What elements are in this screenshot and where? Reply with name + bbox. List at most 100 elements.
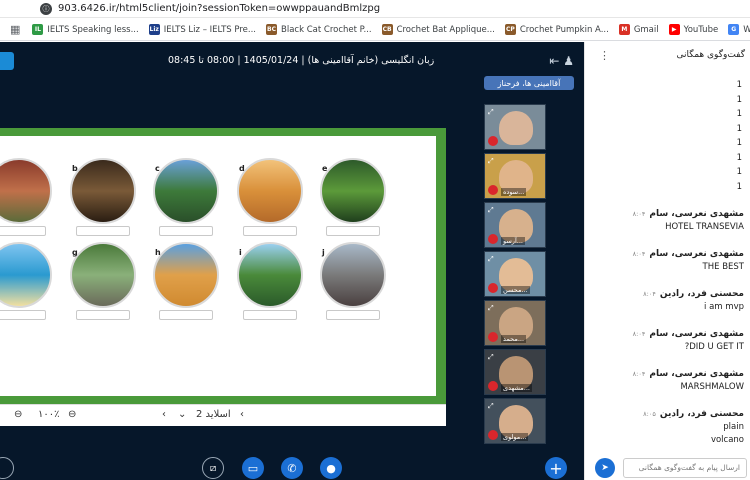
microphone-icon[interactable]: ● <box>320 457 342 479</box>
participant-video-tile[interactable]: ⤢ مشهدی... <box>484 349 546 395</box>
previous-slide-icon[interactable]: ‹ <box>162 409 166 420</box>
bookmark-label: Gmail <box>633 24 659 35</box>
fit-width-icon[interactable]: ⊖ <box>14 409 22 420</box>
bookmark-item[interactable]: BC Black Cat Crochet P... <box>266 24 372 35</box>
chat-message-text: plain <box>723 422 744 432</box>
chat-message: ۸:۰۴ مشهدی نعرسی، سام THE BEST <box>594 246 744 272</box>
bookmark-item[interactable]: GWhat activities can... <box>728 24 750 35</box>
users-list-icon[interactable]: ⇤ ♟ <box>549 54 574 68</box>
bookmark-item[interactable]: CP Crochet Pumpkin A... <box>504 24 609 35</box>
bookmark-favicon-icon: M <box>618 24 630 35</box>
slide-photo <box>0 242 52 308</box>
leave-audio-icon[interactable]: ✆ <box>281 457 303 479</box>
slide-photo-label: c <box>155 164 160 173</box>
bookmark-favicon-icon: CP <box>504 24 516 35</box>
chat-message-author: مشهدی نعرسی، سام <box>649 249 744 259</box>
bookmark-favicon-icon: CB <box>381 24 393 35</box>
participant-video-tile[interactable]: ⤢ سوده... <box>484 153 546 199</box>
participant-name: سوده... <box>501 188 527 196</box>
stats-toggle-icon[interactable] <box>0 52 14 70</box>
chat-message-author: محسنی فرد، رادین <box>659 289 744 299</box>
chat-message-time: ۸:۰۴ <box>632 330 646 338</box>
participant-name: مولوی... <box>501 433 529 441</box>
url-text[interactable]: 903.6426.ir/html5client/join?sessionToke… <box>58 3 380 14</box>
share-screen-icon[interactable]: ⧄ <box>202 457 224 479</box>
chat-message-text: HOTEL TRANSEVIA <box>665 222 744 232</box>
chat-message-time: ۸:۰۴ <box>632 370 646 378</box>
chat-options-icon[interactable]: ⋮ <box>599 49 610 62</box>
bookmark-favicon-icon: IL <box>32 24 44 35</box>
bookmark-item[interactable]: IL IELTS Speaking less... <box>32 24 139 35</box>
apps-grid-icon[interactable]: ▦ <box>10 23 20 36</box>
answer-box <box>159 310 213 320</box>
actions-icon[interactable] <box>0 457 14 479</box>
participant-name: محسن... <box>501 286 530 294</box>
zoom-out-icon[interactable]: ⊖ <box>68 409 76 420</box>
chat-message-text: 1 <box>736 109 742 119</box>
bookmark-item[interactable]: M Gmail <box>618 24 659 35</box>
meeting-title: زبان انگلیسی (خانم آقاامینی ها) | 1405/0… <box>168 55 435 66</box>
bookmark-label: What activities can... <box>743 25 750 35</box>
slide-photo <box>70 242 136 308</box>
bookmark-item[interactable]: Liz IELTS Liz – IELTS Pre... <box>148 24 256 35</box>
muted-mic-icon <box>488 136 498 146</box>
answer-box <box>326 310 380 320</box>
chat-message-text: 1 <box>736 167 742 177</box>
chat-header: ⋮ گفت‌وگوی همگانی <box>585 42 750 70</box>
next-slide-icon[interactable]: ‹ <box>240 409 244 420</box>
muted-mic-icon <box>488 234 498 244</box>
answer-box <box>159 226 213 236</box>
public-chat-panel: ⋮ گفت‌وگوی همگانی 1 1 1 1 1 1 1 1 ۸:۰۴ مشهدی نعرس… <box>584 42 750 480</box>
participant-face <box>499 111 533 145</box>
expand-icon[interactable]: ⤢ <box>488 108 494 117</box>
expand-icon[interactable]: ⤢ <box>488 353 494 362</box>
participant-name: محمد... <box>501 335 527 343</box>
answer-box <box>76 226 130 236</box>
expand-icon[interactable]: ⤢ <box>488 304 494 313</box>
slide-page-label[interactable]: اسلاید 2 <box>196 409 231 420</box>
slide-photo <box>320 158 386 224</box>
add-action-icon[interactable]: + <box>545 457 567 479</box>
answer-box <box>0 310 46 320</box>
chat-message-text: MARSHMALOW <box>680 382 744 392</box>
chat-message: ۸:۰۴ مشهدی نعرسی، سام ?DID U GET IT <box>594 326 744 352</box>
zoom-level: ۱۰۰٪ <box>38 409 60 420</box>
meeting-bottom-bar: ⧄ ▭ ✆ ● + <box>0 452 584 480</box>
slide-photo-label: h <box>155 248 161 257</box>
slide-photo-label: j <box>322 248 325 257</box>
muted-mic-icon <box>488 381 498 391</box>
chat-message-author: مشهدی نعرسی، سام <box>649 209 744 219</box>
answer-box <box>0 226 46 236</box>
slide-photo <box>70 158 136 224</box>
presentation-slide: abcdefghij <box>0 136 436 396</box>
expand-icon[interactable]: ⤢ <box>488 255 494 264</box>
participant-video-tile[interactable]: ⤢ محسن... <box>484 251 546 297</box>
chat-message-input[interactable]: ارسال پیام به گفت‌وگوی همگانی <box>623 458 747 478</box>
participant-video-tile[interactable]: ⤢ مولوی... <box>484 398 546 444</box>
answer-box <box>326 226 380 236</box>
expand-icon[interactable]: ⤢ <box>488 157 494 166</box>
expand-icon[interactable]: ⤢ <box>488 402 494 411</box>
slide-photo <box>237 242 303 308</box>
browser-url-bar[interactable]: ⓘ 903.6426.ir/html5client/join?sessionTo… <box>0 0 750 18</box>
participant-video-tile[interactable]: ⤢ <box>484 104 546 150</box>
chat-message: ۸:۰۴ مشهدی نعرسی، سام HOTEL TRANSEVIA <box>594 206 744 232</box>
answer-box <box>243 226 297 236</box>
site-info-icon[interactable]: ⓘ <box>40 2 52 15</box>
slide-dropdown-icon[interactable]: ⌄ <box>178 409 186 420</box>
bookmark-item[interactable]: CB Crochet Bat Applique... <box>381 24 495 35</box>
participant-video-tile[interactable]: ⤢ محمد... <box>484 300 546 346</box>
expand-icon[interactable]: ⤢ <box>488 206 494 215</box>
participant-video-tile[interactable]: ⤢ آرسو... <box>484 202 546 248</box>
chat-message-author: مشهدی نعرسی، سام <box>649 369 744 379</box>
send-message-button[interactable]: ➤ <box>595 458 615 478</box>
chat-message-text: i am mvp <box>704 302 744 312</box>
bookmark-label: YouTube <box>683 24 719 35</box>
slide-photo-label: i <box>239 248 242 257</box>
chat-message-text: 1 <box>736 123 742 134</box>
chat-message-time: ۸:۰۵ <box>643 410 656 418</box>
slide-photo <box>320 242 386 308</box>
chat-title: گفت‌وگوی همگانی <box>676 50 745 60</box>
bookmark-item[interactable]: ▶ YouTube <box>668 24 719 35</box>
camera-icon[interactable]: ▭ <box>242 457 264 479</box>
